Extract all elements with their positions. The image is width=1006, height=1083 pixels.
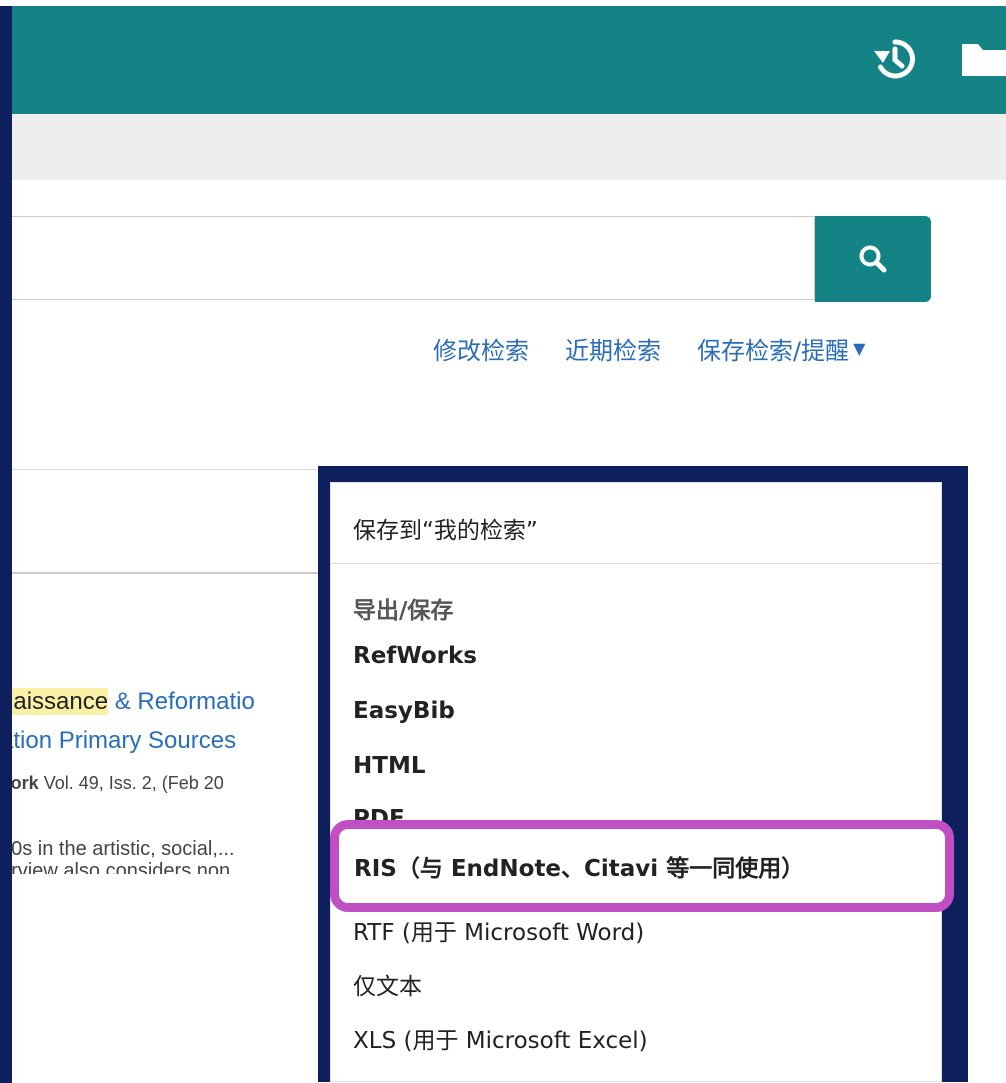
result-title-highlight[interactable]: naissance (0, 688, 109, 715)
divider (0, 572, 320, 574)
result-title[interactable]: naissance & Reformatio (0, 688, 318, 716)
save-search-alert-link[interactable]: 保存检索/提醒 (697, 331, 849, 366)
result-source: York Vol. 49, Iss. 2, (Feb 20 (0, 773, 318, 794)
menu-item-rtf[interactable]: RTF (用于 Microsoft Word) (353, 913, 644, 947)
export-header: 导出/保存 (353, 598, 454, 624)
sub-header-bar (0, 114, 1006, 180)
result-abstract-cut: erview also considers non (0, 860, 231, 874)
search-button[interactable] (815, 216, 931, 302)
top-header (0, 6, 1006, 114)
result-source-rest: Vol. 49, Iss. 2, (Feb 20 (38, 773, 224, 793)
search-icon (859, 245, 887, 273)
menu-item-text-only[interactable]: 仅文本 (353, 967, 422, 1001)
menu-item-xls[interactable]: XLS (用于 Microsoft Excel) (353, 1021, 648, 1055)
search-input[interactable] (0, 216, 815, 300)
recent-searches-link[interactable]: 近期检索 (565, 331, 661, 366)
menu-item-html[interactable]: HTML (353, 753, 425, 779)
menu-item-refworks[interactable]: RefWorks (353, 643, 477, 669)
highlight-ris-option: RIS（与 EndNote、Citavi 等一同使用） (330, 820, 954, 912)
result-subtitle[interactable]: ation Primary Sources (0, 727, 318, 755)
result-title-rest[interactable]: & Reformatio (108, 688, 255, 715)
menu-item-ris[interactable]: RIS（与 EndNote、Citavi 等一同使用） (354, 849, 804, 883)
left-frame-bar (0, 6, 12, 1083)
folder-icon[interactable] (960, 36, 1006, 82)
menu-item-easybib[interactable]: EasyBib (353, 698, 455, 724)
history-icon[interactable] (872, 36, 918, 82)
divider (0, 469, 320, 470)
save-dropdown-menu: 保存到“我的检索” 导出/保存 RefWorks EasyBib HTML PD… (330, 482, 942, 1082)
menu-divider (331, 563, 941, 564)
result-abstract: 00s in the artistic, social,... (0, 838, 235, 860)
search-links: 修改检索 近期检索 保存检索/提醒 ▼ (433, 328, 865, 368)
dropdown-frame: 保存到“我的检索” 导出/保存 RefWorks EasyBib HTML PD… (318, 466, 968, 1082)
chevron-down-icon[interactable]: ▼ (853, 339, 865, 358)
save-to-my-searches-item[interactable]: 保存到“我的检索” (353, 511, 538, 545)
modify-search-link[interactable]: 修改检索 (433, 331, 529, 366)
